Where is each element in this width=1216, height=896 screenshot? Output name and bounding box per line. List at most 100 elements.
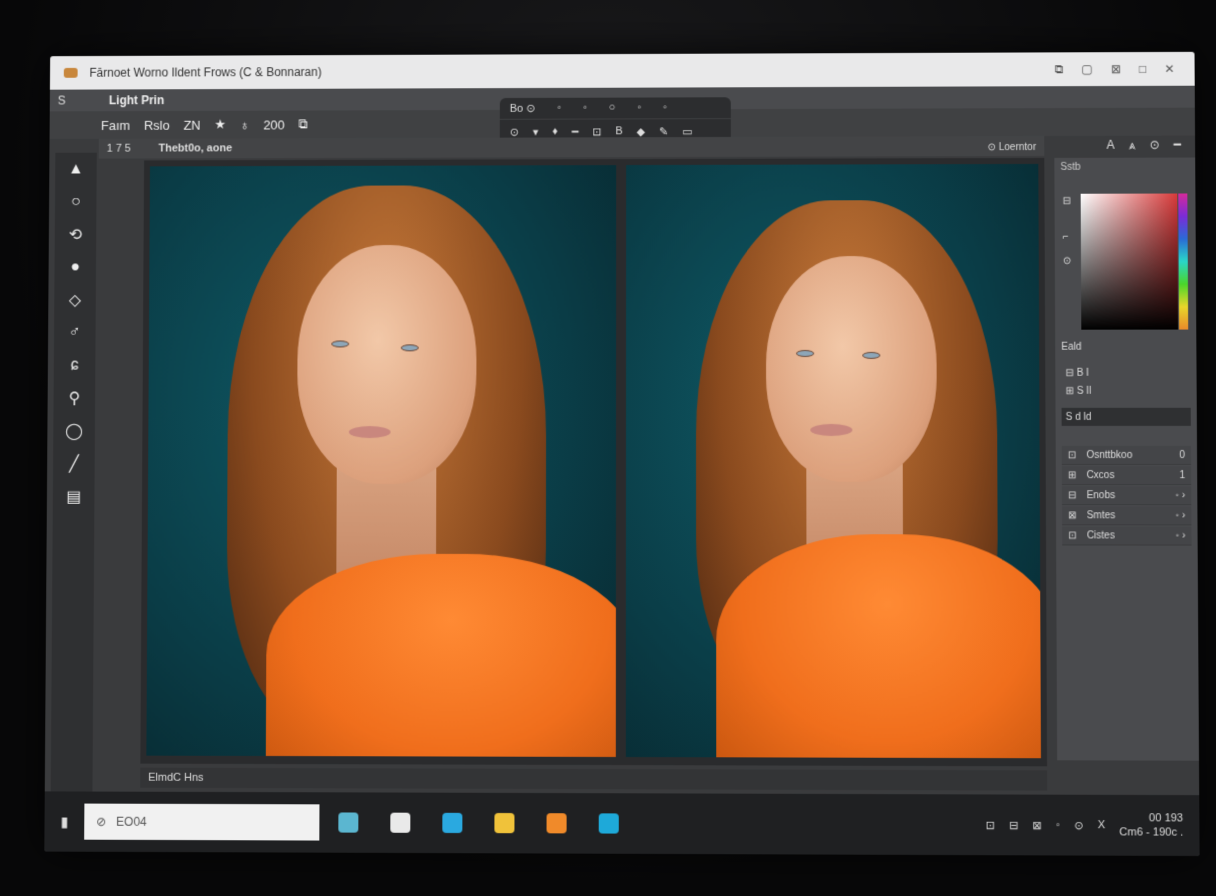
toolbox: ▲ ○ ⟲ ● ◇ ♂ ɕ ⚲ ◯ ╱ ▤: [50, 153, 96, 830]
move-tool-icon[interactable]: ▲: [55, 153, 97, 186]
clock[interactable]: 00 193 Cm6 - 190c .: [1119, 811, 1183, 840]
maximize-icon[interactable]: ▢: [1081, 62, 1092, 77]
layer-row[interactable]: ⊟ Enobs ◦ ›: [1062, 486, 1191, 505]
document-tab-bar: 1 7 5 Thebt0o, aone: [99, 136, 1045, 159]
close-icon[interactable]: ✕: [1164, 61, 1174, 76]
panel-row[interactable]: ⊞ S Il: [1061, 382, 1190, 400]
screen: Fārnoet Worno Ildent Frows (C & Bonnaran…: [44, 52, 1199, 856]
option-ratio[interactable]: Rslo: [144, 117, 170, 132]
center-dot-2[interactable]: ◦: [583, 102, 587, 115]
search-icon: ⊘: [96, 815, 106, 829]
minus-icon[interactable]: ━: [1174, 138, 1181, 153]
option-zn[interactable]: ZN: [183, 117, 200, 132]
layer-row[interactable]: ⊠ Smtes ◦ ›: [1062, 506, 1191, 525]
taskbar: ▮ ⊘ EO04 ⊡ ⊟ ⊠ ◦ ⊙ X 00 193 Cm6 - 190c .: [44, 791, 1199, 856]
brush-tool-icon[interactable]: ●: [54, 251, 96, 284]
taskbar-app-6[interactable]: [586, 803, 632, 844]
app-logo-icon: [64, 68, 78, 78]
option-form[interactable]: Faım: [101, 118, 130, 133]
hue-slider[interactable]: [1178, 193, 1188, 329]
start-button[interactable]: ▮: [44, 801, 84, 841]
app-icon: [599, 813, 619, 833]
text-tool-icon[interactable]: A: [1106, 138, 1114, 153]
face: [297, 245, 477, 484]
center-circle-icon[interactable]: ○: [609, 102, 616, 115]
panel-row-selected[interactable]: S d ld: [1062, 408, 1191, 426]
star-icon[interactable]: ★: [214, 117, 226, 133]
eraser-tool-icon[interactable]: ◇: [54, 283, 96, 316]
taskbar-app-4[interactable]: [481, 803, 527, 843]
app-icon: [494, 813, 514, 833]
eye: [862, 352, 880, 359]
layer-icon: ⊡: [1068, 449, 1077, 460]
color-picker[interactable]: [1081, 194, 1178, 330]
lasso-tool-icon[interactable]: ○: [55, 185, 97, 218]
center-mode[interactable]: Bo ⊙: [510, 102, 536, 115]
right-panel: Sstb ⊟ ⌐ ⊙ Eald ⊟ B I ⊞ S Il S d ld ⊡ Os…: [1054, 158, 1199, 761]
panel-row[interactable]: ⊟ B I: [1061, 364, 1190, 382]
panel-side-icon[interactable]: ⊙: [1063, 256, 1071, 267]
taskbar-search[interactable]: ⊘ EO04: [84, 804, 319, 841]
panel-side-icon[interactable]: ⌐: [1063, 232, 1069, 243]
snap-icon[interactable]: ⊠: [1111, 62, 1121, 77]
restore-icon[interactable]: ⧉: [1055, 62, 1064, 77]
tray-icon[interactable]: ⊟: [1009, 818, 1018, 831]
clone-tool-icon[interactable]: ♂: [54, 316, 96, 349]
taskbar-app-1[interactable]: [325, 802, 371, 842]
layer-row[interactable]: ⊡ Osnttbkoo 0: [1062, 446, 1191, 465]
settings-icon[interactable]: ⊙: [1149, 138, 1159, 153]
frame-icon[interactable]: ⧉: [299, 116, 308, 132]
tray-x-icon[interactable]: X: [1098, 819, 1106, 831]
tray-icon[interactable]: ◦: [1056, 819, 1060, 831]
clock-time: 00 193: [1119, 811, 1183, 825]
canvas-header-label: ⊙ Loerntor: [988, 142, 1037, 153]
app-icon: [547, 813, 567, 833]
heal-tool-icon[interactable]: ɕ: [54, 349, 96, 382]
window-title: Fārnoet Worno Ildent Frows (C & Bonnaran…: [89, 65, 321, 80]
top-right-tools: A ⩓ ⊙ ━: [1106, 138, 1181, 153]
layer-value: ◦ ›: [1176, 510, 1186, 521]
color-panel-label: Sstb: [1054, 158, 1195, 177]
tray-icon[interactable]: ⊡: [985, 818, 994, 831]
layer-value: 1: [1179, 470, 1185, 481]
status-bar: ElmdC Hns: [140, 768, 1047, 791]
layer-row[interactable]: ⊞ Cxcos 1: [1062, 466, 1191, 485]
zoom-tool-icon[interactable]: ⚲: [53, 381, 95, 414]
doc-index: 1 7 5: [107, 143, 131, 155]
status-text: ElmdC Hns: [148, 772, 203, 784]
center-dot-4[interactable]: ◦: [663, 101, 667, 114]
lips: [349, 426, 391, 438]
app-icon: [338, 812, 358, 832]
menu-s-icon[interactable]: S: [58, 94, 66, 108]
layer-name: Osnttbkoo: [1086, 449, 1132, 460]
document-tab[interactable]: Thebt0o, aone: [158, 142, 232, 154]
canvas-area[interactable]: ⊙ Loerntor: [140, 158, 1047, 766]
center-dot-1[interactable]: ◦: [557, 102, 561, 115]
taskbar-app-5[interactable]: [533, 803, 579, 843]
layer-icon: ⊟: [1068, 490, 1077, 501]
tray-icon[interactable]: ⊠: [1032, 818, 1041, 831]
pin-icon[interactable]: ♁: [240, 117, 250, 132]
lips: [810, 424, 852, 436]
tray-icon[interactable]: ⊙: [1074, 819, 1083, 832]
hand-tool-icon[interactable]: ▤: [53, 480, 95, 513]
layer-row[interactable]: ⊡ Cistes ◦ ›: [1062, 526, 1191, 545]
shape-tool-icon[interactable]: ◯: [53, 414, 95, 447]
window-icon[interactable]: □: [1139, 61, 1146, 76]
taskbar-app-3[interactable]: [429, 803, 475, 843]
rotate-tool-icon[interactable]: ⟲: [55, 218, 97, 251]
photo-before[interactable]: [146, 165, 616, 757]
adjust-icon[interactable]: ⩓: [1129, 138, 1136, 153]
pen-tool-icon[interactable]: ╱: [53, 447, 95, 480]
layer-icon: ⊞: [1068, 470, 1077, 481]
layer-icon: ⊠: [1068, 510, 1077, 521]
center-dot-3[interactable]: ◦: [637, 102, 641, 115]
search-input[interactable]: EO04: [116, 815, 147, 829]
title-bar: Fārnoet Worno Ildent Frows (C & Bonnaran…: [50, 52, 1195, 90]
photo-after[interactable]: [626, 164, 1041, 758]
panel-side-icon[interactable]: ⊟: [1063, 196, 1071, 207]
layer-name: Smtes: [1087, 510, 1116, 521]
taskbar-app-2[interactable]: [377, 803, 423, 843]
zoom-value[interactable]: 200: [263, 117, 285, 132]
app-icon: [390, 813, 410, 833]
